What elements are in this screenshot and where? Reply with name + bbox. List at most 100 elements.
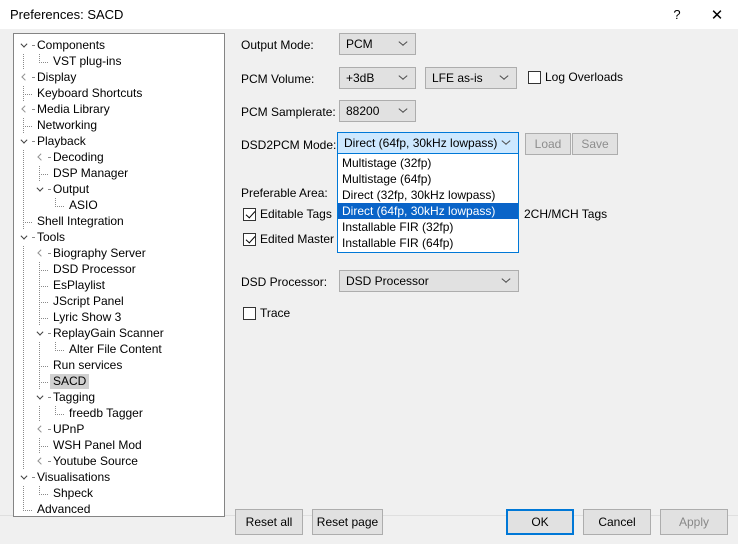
sidebar-item-label: Shell Integration [37,214,124,228]
sidebar-item-networking[interactable]: Networking [14,118,224,134]
chevron-down-icon[interactable] [20,138,27,145]
ok-label: OK [531,515,549,529]
tree-expander[interactable] [32,454,48,470]
sidebar-item-media-library[interactable]: Media Library [14,102,224,118]
sidebar-item-tools[interactable]: Tools [14,230,224,246]
chevron-down-icon[interactable] [20,234,27,241]
chevron-right-icon[interactable] [36,426,43,433]
sidebar-item-label: Playback [37,134,86,148]
dsd-processor-combo[interactable]: DSD Processor [339,270,519,292]
tree-expander [16,502,32,516]
sidebar-item-shpeck[interactable]: Shpeck [14,486,224,502]
sidebar-item-replaygain-scanner[interactable]: ReplayGain Scanner [14,326,224,342]
preferences-tree[interactable]: Components VST plug-ins Display Keyboard Sh… [13,33,225,517]
editable-tags-checkbox[interactable]: Editable Tags [243,207,332,221]
sidebar-item-youtube-source[interactable]: Youtube Source [14,454,224,470]
tree-guide-line [39,406,40,422]
dropdown-option[interactable]: Multistage (32fp) [338,155,518,171]
save-button[interactable]: Save [572,133,618,155]
chevron-down-icon[interactable] [36,330,43,337]
sidebar-item-playback[interactable]: Playback [14,134,224,150]
dsd2pcm-mode-dropdown-list[interactable]: Multistage (32fp) Multistage (64fp) Direct… [337,153,519,253]
dropdown-option[interactable]: Installable FIR (32fp) [338,219,518,235]
output-mode-label: Output Mode: [241,38,314,52]
sidebar-item-wsh-panel-mod[interactable]: WSH Panel Mod [14,438,224,454]
sidebar-item-label: Biography Server [53,246,146,260]
chevron-down-icon[interactable] [20,42,27,49]
cancel-button[interactable]: Cancel [583,509,651,535]
sidebar-item-label: ReplayGain Scanner [53,326,164,340]
chevron-down-icon [399,109,407,114]
tree-expander[interactable] [16,134,32,150]
tree-expander[interactable] [16,70,32,86]
tree-expander[interactable] [32,150,48,166]
sidebar-item-freedb-tagger[interactable]: freedb Tagger [14,406,224,422]
chevron-down-icon[interactable] [20,474,27,481]
sidebar-item-alter-file-content[interactable]: Alter File Content [14,342,224,358]
close-button[interactable]: ✕ [700,0,734,29]
ok-button[interactable]: OK [506,509,574,535]
help-button[interactable]: ? [660,0,694,29]
dropdown-option[interactable]: Direct (64fp, 30kHz lowpass) [338,203,518,219]
output-mode-combo[interactable]: PCM [339,33,416,55]
chevron-right-icon[interactable] [36,154,43,161]
pcm-volume-combo[interactable]: +3dB [339,67,416,89]
sidebar-item-components[interactable]: Components [14,38,224,54]
sidebar-item-advanced[interactable]: Advanced [14,502,224,516]
tree-expander [16,86,32,102]
sidebar-item-biography-server[interactable]: Biography Server [14,246,224,262]
reset-all-button[interactable]: Reset all [235,509,303,535]
tree-expander[interactable] [32,422,48,438]
dropdown-option[interactable]: Direct (32fp, 30kHz lowpass) [338,187,518,203]
sidebar-item-upnp[interactable]: UPnP [14,422,224,438]
tree-expander[interactable] [16,102,32,118]
lfe-mode-combo[interactable]: LFE as-is [425,67,517,89]
sidebar-item-asio[interactable]: ASIO [14,198,224,214]
chevron-down-icon[interactable] [36,394,43,401]
tree-expander[interactable] [16,38,32,54]
reset-all-label: Reset all [245,515,293,529]
sidebar-item-decoding[interactable]: Decoding [14,150,224,166]
dropdown-option[interactable]: Multistage (64fp) [338,171,518,187]
chevron-right-icon[interactable] [20,74,27,81]
sidebar-item-dsd-processor[interactable]: DSD Processor [14,262,224,278]
tree-expander[interactable] [32,326,48,342]
sidebar-item-run-services[interactable]: Run services [14,358,224,374]
tree-expander[interactable] [32,182,48,198]
tree-expander[interactable] [16,230,32,246]
dsd2pcm-mode-combo[interactable]: Direct (64fp, 30kHz lowpass) [337,132,519,154]
2ch-mch-tags-label[interactable]: 2CH/MCH Tags [524,207,607,221]
chevron-right-icon[interactable] [36,458,43,465]
sidebar-item-jscript-panel[interactable]: JScript Panel [14,294,224,310]
tree-guide-line [23,166,24,182]
sidebar-item-vst-plug-ins[interactable]: VST plug-ins [14,54,224,70]
chevron-down-icon[interactable] [36,186,43,193]
sidebar-item-keyboard-shortcuts[interactable]: Keyboard Shortcuts [14,86,224,102]
trace-checkbox[interactable]: Trace [243,306,290,320]
dropdown-option[interactable]: Installable FIR (64fp) [338,235,518,251]
apply-button[interactable]: Apply [660,509,728,535]
pcm-samplerate-combo[interactable]: 88200 [339,100,416,122]
sidebar-item-esplaylist[interactable]: EsPlaylist [14,278,224,294]
sidebar-item-sacd[interactable]: SACD [14,374,224,390]
sidebar-item-dsp-manager[interactable]: DSP Manager [14,166,224,182]
tree-expander[interactable] [16,470,32,486]
chevron-right-icon[interactable] [20,106,27,113]
sidebar-item-visualisations[interactable]: Visualisations [14,470,224,486]
load-button[interactable]: Load [525,133,571,155]
checkbox-box [243,207,256,221]
sidebar-item-lyric-show-3[interactable]: Lyric Show 3 [14,310,224,326]
tree-expander[interactable] [32,390,48,406]
sidebar-item-display[interactable]: Display [14,70,224,86]
reset-page-button[interactable]: Reset page [312,509,383,535]
log-overloads-checkbox[interactable]: Log Overloads [528,70,623,84]
tree-guide-line [23,358,24,374]
sidebar-item-tagging[interactable]: Tagging [14,390,224,406]
sidebar-item-shell-integration[interactable]: Shell Integration [14,214,224,230]
chevron-right-icon[interactable] [36,250,43,257]
sidebar-item-label: JScript Panel [53,294,124,308]
tree-expander[interactable] [32,246,48,262]
sidebar-item-output[interactable]: Output [14,182,224,198]
pcm-volume-label: PCM Volume: [241,72,315,86]
tree-guide-line [23,438,24,454]
